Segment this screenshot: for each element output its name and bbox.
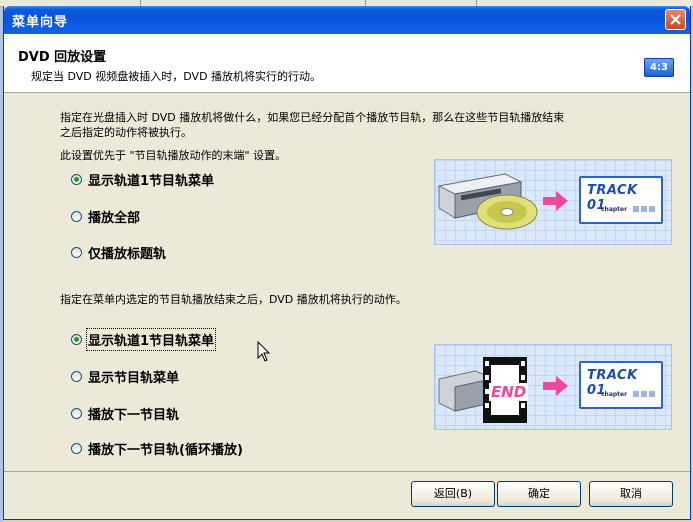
wizard-header: DVD 回放设置 规定当 DVD 视频盘被插入时，DVD 播放机将实行的行动。 … [4,34,690,93]
chapter-thumb [649,206,655,212]
chapter-thumb [649,391,655,397]
insert-action-description-cont: 之后指定的动作将被执行。 [60,126,192,139]
option-label: 播放全部 [88,211,141,226]
page-title: DVD 回放设置 [18,50,107,65]
end-option-play-next-loop[interactable]: 播放下一节目轨(循环播放) [71,439,243,458]
end-option-play-next-track[interactable]: 播放下一节目轨 [71,404,179,423]
option-label: 仅播放标题轨 [88,247,167,262]
radio-button[interactable] [71,408,82,419]
radio-button[interactable] [71,371,82,382]
aspect-ratio-icon: 4:3 [644,58,674,77]
chapter-thumb [641,391,647,397]
insert-option-play-title-only[interactable]: 仅播放标题轨 [71,243,166,262]
title-bar[interactable]: 菜单向导 [4,6,690,34]
chapter-label: chapter [601,391,628,398]
arrow-right-icon [543,376,568,396]
track-end-illustration: END TRACK 01 chapter [434,344,672,430]
arrow-right-icon [543,191,568,211]
footer-divider [4,471,690,472]
menu-wizard-dialog: 菜单向导 DVD 回放设置 规定当 DVD 视频盘被插入时，DVD 播放机将实行… [3,6,691,520]
radio-button[interactable] [71,211,82,222]
window-title: 菜单向导 [12,15,69,30]
radio-button[interactable] [71,174,82,185]
chapter-thumb [641,206,647,212]
end-action-description: 指定在菜单内选定的节目轨播放结束之后，DVD 播放机将执行的动作。 [60,293,407,306]
close-icon [670,14,681,25]
cancel-button[interactable]: 取消 [589,481,673,507]
radio-button[interactable] [71,443,82,454]
insert-action-description: 指定在光盘插入时 DVD 播放机将做什么，如果您已经分配首个播放节目轨，那么在这… [60,111,565,124]
insert-option-show-track1-menu[interactable]: 显示轨道1节目轨菜单 [71,170,214,189]
ok-button[interactable]: 确定 [497,481,581,507]
end-option-show-track-menu[interactable]: 显示节目轨菜单 [71,367,179,386]
disc-insert-illustration: TRACK 01 chapter [434,159,672,245]
page-subtitle: 规定当 DVD 视频盘被插入时，DVD 播放机将实行的行动。 [31,70,322,83]
radio-button[interactable] [71,334,82,345]
option-label: 显示轨道1节目轨菜单 [85,328,217,351]
chapter-label: chapter [601,206,628,213]
option-label: 播放下一节目轨 [88,408,180,423]
close-button[interactable] [665,9,686,30]
track-menu-preview: TRACK 01 chapter [579,176,663,224]
chapter-thumb [633,391,639,397]
option-label: 显示轨道1节目轨菜单 [88,174,215,189]
option-label: 显示节目轨菜单 [88,371,180,386]
dvd-player-disc-icon [437,173,538,230]
end-option-show-track1-menu[interactable]: 显示轨道1节目轨菜单 [71,328,217,351]
priority-note: 此设置优先于 "节目轨播放动作的末端" 设置。 [60,149,287,162]
option-label: 播放下一节目轨(循环播放) [88,443,243,458]
radio-button[interactable] [71,247,82,258]
insert-option-play-all[interactable]: 播放全部 [71,207,140,226]
back-button[interactable]: 返回(B) [411,481,495,507]
chapter-thumb [633,206,639,212]
wizard-body: 指定在光盘插入时 DVD 播放机将做什么，如果您已经分配首个播放节目轨，那么在这… [4,93,690,471]
track-menu-preview: TRACK 01 chapter [579,361,663,409]
end-label: END [489,383,529,401]
mouse-cursor-icon [257,341,271,362]
